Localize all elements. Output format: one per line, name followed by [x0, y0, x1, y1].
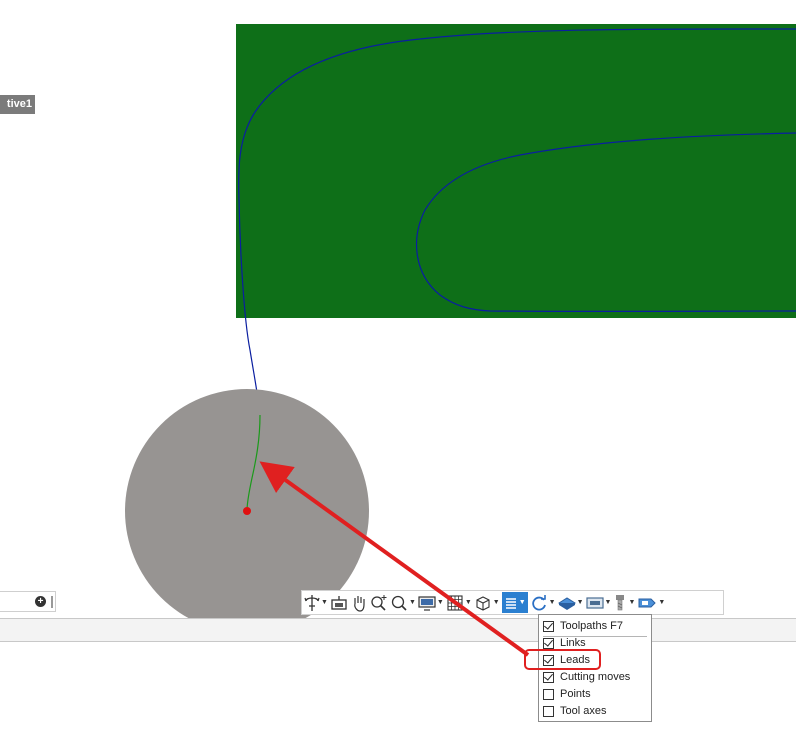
leads-highlight-box [524, 649, 601, 670]
display-settings-icon[interactable]: ▼ [418, 592, 444, 613]
menu-item-points[interactable]: Points [543, 686, 591, 702]
browser-panel[interactable]: + [0, 591, 56, 612]
screen-icon[interactable]: ▼ [585, 592, 611, 613]
checkbox[interactable] [543, 688, 554, 700]
stock-body [236, 24, 796, 318]
fit-zoom-icon[interactable]: ▼ [390, 592, 416, 613]
panel-grip[interactable] [51, 596, 53, 608]
stock-icon[interactable]: ▼ [557, 592, 584, 613]
refresh-icon[interactable]: ▼ [530, 592, 556, 613]
pan-hand-icon[interactable] [350, 592, 368, 613]
checkbox[interactable] [543, 705, 554, 717]
status-strip [0, 618, 796, 642]
menu-item-label: Links [560, 637, 586, 649]
tool-icon[interactable]: ▼ [613, 592, 635, 613]
orbit-icon[interactable]: ▼ [304, 592, 328, 613]
grid-icon[interactable]: ▼ [446, 592, 472, 613]
machine-icon[interactable]: ▼ [637, 592, 665, 613]
checkbox[interactable] [543, 620, 554, 632]
menu-item-label: Points [560, 688, 591, 700]
checkbox[interactable] [543, 671, 554, 683]
toolpath-display-icon[interactable]: ▼ [501, 592, 528, 613]
operation-label[interactable]: tive1 [0, 95, 35, 114]
menu-item-label: Toolpaths F7 [560, 620, 623, 632]
expand-icon[interactable]: + [35, 596, 46, 607]
zoom-icon[interactable] [370, 592, 388, 613]
start-point [243, 507, 251, 515]
graphics-viewport[interactable] [0, 0, 796, 618]
navigation-toolbar: ▼ ▼ ▼ ▼ ▼ ▼ ▼ ▼ ▼ ▼ ▼ [301, 590, 724, 615]
view-cube-icon[interactable]: ▼ [474, 592, 500, 613]
menu-item-label: Tool axes [560, 705, 607, 717]
menu-item-cutting-moves[interactable]: Cutting moves [543, 669, 630, 685]
look-at-icon[interactable] [330, 592, 348, 613]
checkbox[interactable] [543, 637, 554, 649]
menu-item-tool-axes[interactable]: Tool axes [543, 703, 606, 719]
menu-item-label: Cutting moves [560, 671, 631, 683]
menu-item-toolpaths[interactable]: Toolpaths F7 [543, 618, 623, 634]
